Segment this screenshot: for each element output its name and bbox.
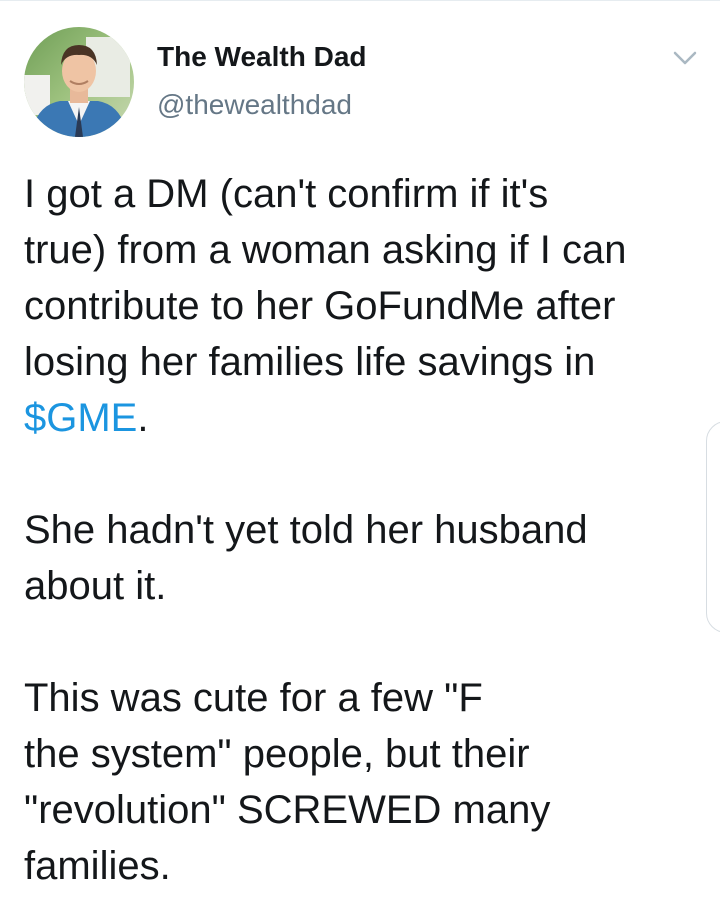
tweet-paragraph: I got a DM (can't confirm if it's true) … xyxy=(24,166,704,446)
avatar[interactable] xyxy=(24,27,134,137)
tweet-paragraph: This was cute for a few "F the system" p… xyxy=(24,670,704,894)
avatar-photo xyxy=(24,27,134,137)
tweet-line: $GME. xyxy=(24,390,704,446)
tweet-card: The Wealth Dad @thewealthdad I got a DM … xyxy=(0,0,720,897)
tweet-paragraph: She hadn't yet told her husband about it… xyxy=(24,502,704,614)
chevron-down-icon xyxy=(673,51,697,65)
tweet-line: true) from a woman asking if I can xyxy=(24,228,627,272)
tweet-text: I got a DM (can't confirm if it's true) … xyxy=(24,166,704,894)
tweet-line: contribute to her GoFundMe after xyxy=(24,284,616,328)
author-handle[interactable]: @thewealthdad xyxy=(157,89,352,121)
tweet-line: She hadn't yet told her husband xyxy=(24,508,588,552)
tweet-menu-button[interactable] xyxy=(667,45,703,71)
cashtag-link[interactable]: $GME xyxy=(24,396,137,440)
tweet-line: I got a DM (can't confirm if it's xyxy=(24,172,549,216)
tweet-line: "revolution" SCREWED many xyxy=(24,788,551,832)
side-panel-handle[interactable] xyxy=(706,421,720,633)
tweet-line: families. xyxy=(24,844,171,888)
tweet-line: This was cute for a few "F xyxy=(24,676,483,720)
tweet-line: about it. xyxy=(24,564,167,608)
cashtag-suffix: . xyxy=(137,396,149,440)
tweet-line: the system" people, but their xyxy=(24,732,530,776)
tweet-line: losing her families life savings in xyxy=(24,340,596,384)
author-name[interactable]: The Wealth Dad xyxy=(157,41,367,73)
